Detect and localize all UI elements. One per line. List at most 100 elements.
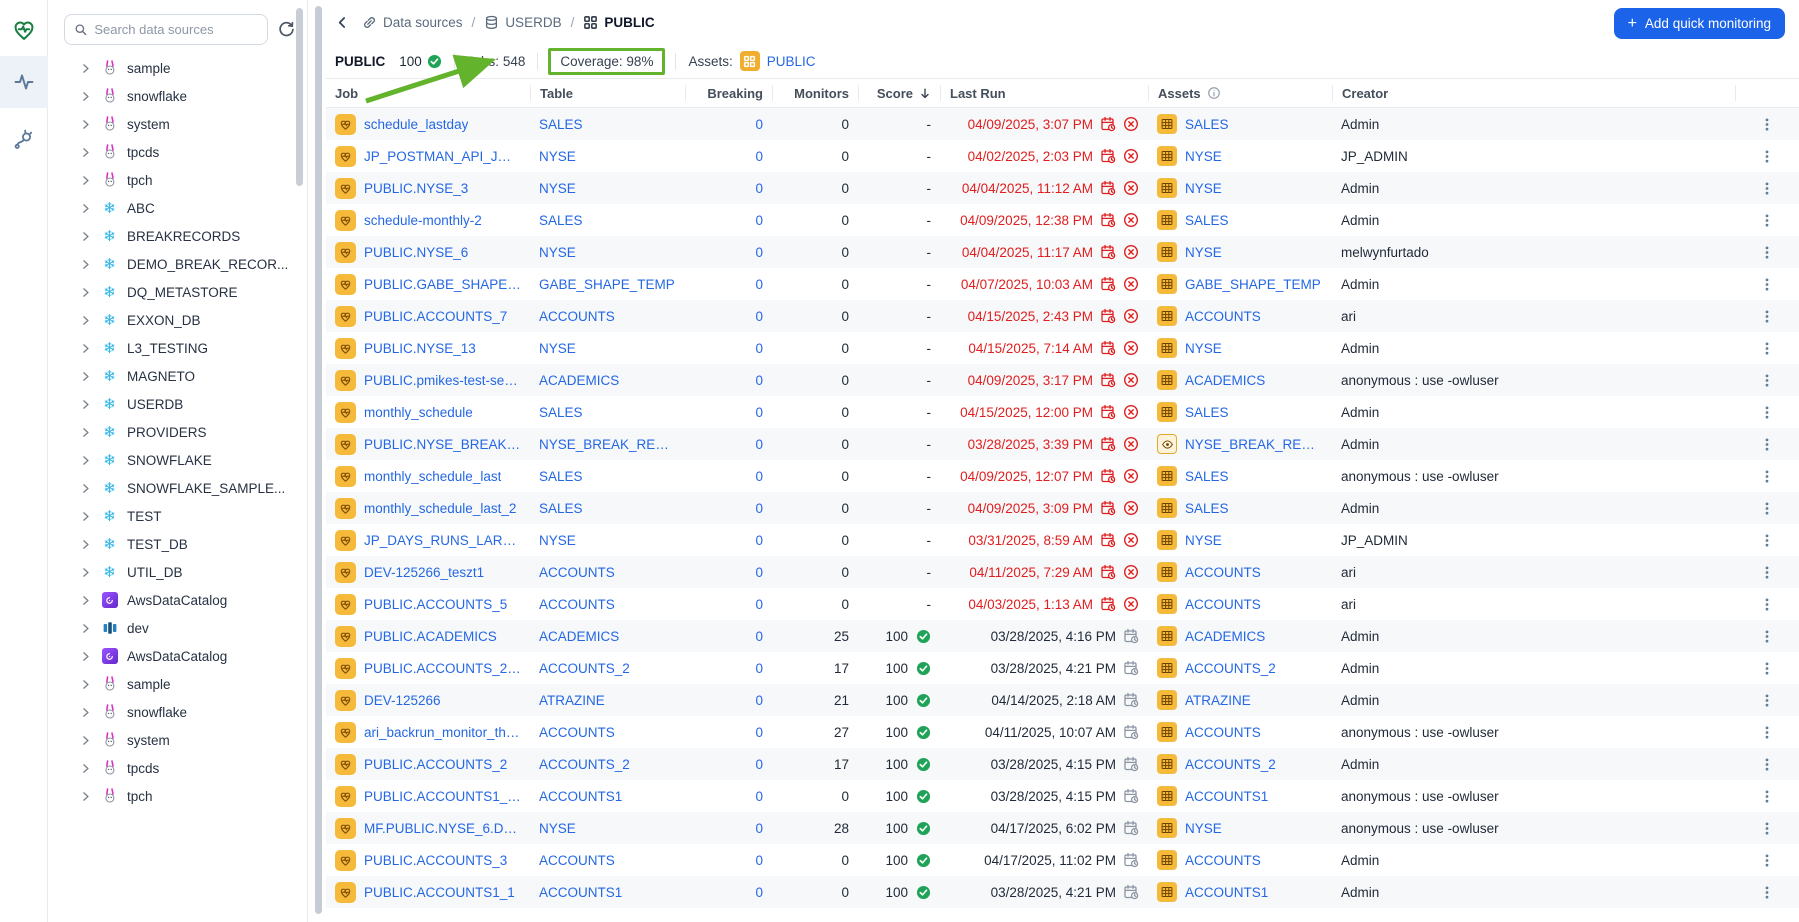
breaking-count[interactable]: 0 <box>755 629 763 644</box>
sidebar-item-snowflake[interactable]: snowflake <box>48 82 307 110</box>
breaking-count[interactable]: 0 <box>755 821 763 836</box>
asset-link[interactable]: ACCOUNTS <box>1185 309 1261 324</box>
sidebar-item-dq-metastore[interactable]: ❄DQ_METASTORE <box>48 278 307 306</box>
row-menu-button[interactable] <box>1744 116 1790 133</box>
asset-link[interactable]: SALES <box>1185 213 1229 228</box>
breaking-count[interactable]: 0 <box>755 373 763 388</box>
job-link[interactable]: PUBLIC.ACCOUNTS_7 <box>364 309 507 324</box>
job-link[interactable]: JP_DAYS_RUNS_LARGE_... <box>364 533 521 548</box>
job-link[interactable]: PUBLIC.ACCOUNTS1_re... <box>364 789 521 804</box>
row-menu-button[interactable] <box>1744 724 1790 741</box>
table-link[interactable]: SALES <box>539 213 583 228</box>
asset-link[interactable]: SALES <box>1185 405 1229 420</box>
asset-link[interactable]: NYSE <box>1185 181 1222 196</box>
cancel-circle-icon[interactable] <box>1123 340 1139 356</box>
job-link[interactable]: monthly_schedule_last <box>364 469 501 484</box>
sidebar-item-exxon-db[interactable]: ❄EXXON_DB <box>48 306 307 334</box>
row-menu-button[interactable] <box>1744 564 1790 581</box>
asset-link[interactable]: SALES <box>1185 469 1229 484</box>
breaking-count[interactable]: 0 <box>755 181 763 196</box>
job-link[interactable]: DEV-125266 <box>364 693 441 708</box>
asset-link[interactable]: ACCOUNTS <box>1185 597 1261 612</box>
row-menu-button[interactable] <box>1744 692 1790 709</box>
sidebar-item-snowflake[interactable]: ❄SNOWFLAKE <box>48 446 307 474</box>
job-link[interactable]: DEV-125266_teszt1 <box>364 565 484 580</box>
chevron-right-icon[interactable] <box>79 650 92 663</box>
job-link[interactable]: PUBLIC.ACCOUNTS_2_1 <box>364 661 521 676</box>
job-link[interactable]: monthly_schedule <box>364 405 473 420</box>
row-menu-button[interactable] <box>1744 276 1790 293</box>
asset-link[interactable]: ACCOUNTS <box>1185 853 1261 868</box>
cancel-circle-icon[interactable] <box>1123 436 1139 452</box>
asset-link[interactable]: NYSE <box>1185 533 1222 548</box>
row-menu-button[interactable] <box>1744 436 1790 453</box>
breaking-count[interactable]: 0 <box>755 789 763 804</box>
col-last-run[interactable]: Last Run <box>940 85 1148 101</box>
chevron-right-icon[interactable] <box>79 370 92 383</box>
asset-link[interactable]: NYSE <box>1185 245 1222 260</box>
cancel-circle-icon[interactable] <box>1123 212 1139 228</box>
chevron-right-icon[interactable] <box>79 342 92 355</box>
sidebar-item-demo-break-recor-[interactable]: ❄DEMO_BREAK_RECOR... <box>48 250 307 278</box>
chevron-right-icon[interactable] <box>79 566 92 579</box>
chevron-right-icon[interactable] <box>79 706 92 719</box>
sidebar-item-tpch[interactable]: tpch <box>48 166 307 194</box>
chevron-right-icon[interactable] <box>79 622 92 635</box>
job-link[interactable]: PUBLIC.NYSE_6 <box>364 245 468 260</box>
chevron-right-icon[interactable] <box>79 482 92 495</box>
chevron-right-icon[interactable] <box>79 762 92 775</box>
row-menu-button[interactable] <box>1744 372 1790 389</box>
col-creator[interactable]: Creator <box>1332 85 1735 101</box>
search-input[interactable] <box>94 22 258 37</box>
row-menu-button[interactable] <box>1744 468 1790 485</box>
cancel-circle-icon[interactable] <box>1123 148 1139 164</box>
refresh-icon[interactable] <box>278 21 295 38</box>
table-link[interactable]: ACCOUNTS <box>539 725 615 740</box>
chevron-right-icon[interactable] <box>79 678 92 691</box>
table-link[interactable]: SALES <box>539 501 583 516</box>
schema-asset-link[interactable]: PUBLIC <box>767 54 816 69</box>
sidebar-item-system[interactable]: system <box>48 110 307 138</box>
chevron-right-icon[interactable] <box>79 258 92 271</box>
col-monitors[interactable]: Monitors <box>772 85 858 101</box>
sidebar-item-test[interactable]: ❄TEST <box>48 502 307 530</box>
breaking-count[interactable]: 0 <box>755 117 763 132</box>
table-link[interactable]: ACCOUNTS_2 <box>539 661 630 676</box>
back-chevron-icon[interactable] <box>335 15 350 30</box>
asset-link[interactable]: NYSE <box>1185 821 1222 836</box>
sidebar-item-tpcds[interactable]: tpcds <box>48 138 307 166</box>
col-breaking[interactable]: Breaking <box>685 85 772 101</box>
sidebar-item-magneto[interactable]: ❄MAGNETO <box>48 362 307 390</box>
col-score[interactable]: Score <box>858 85 940 101</box>
sidebar-item-snowflake[interactable]: snowflake <box>48 698 307 726</box>
chevron-right-icon[interactable] <box>79 90 92 103</box>
table-link[interactable]: NYSE <box>539 245 576 260</box>
chevron-right-icon[interactable] <box>79 314 92 327</box>
asset-link[interactable]: ACCOUNTS <box>1185 725 1261 740</box>
table-link[interactable]: SALES <box>539 469 583 484</box>
chevron-right-icon[interactable] <box>79 286 92 299</box>
chevron-right-icon[interactable] <box>79 510 92 523</box>
table-link[interactable]: ATRAZINE <box>539 693 605 708</box>
breaking-count[interactable]: 0 <box>755 469 763 484</box>
cancel-circle-icon[interactable] <box>1123 244 1139 260</box>
cancel-circle-icon[interactable] <box>1123 468 1139 484</box>
row-menu-button[interactable] <box>1744 852 1790 869</box>
chevron-right-icon[interactable] <box>79 398 92 411</box>
chevron-right-icon[interactable] <box>79 594 92 607</box>
row-menu-button[interactable] <box>1744 340 1790 357</box>
sidebar-item-awsdatacatalog[interactable]: AwsDataCatalog <box>48 642 307 670</box>
breaking-count[interactable]: 0 <box>755 405 763 420</box>
breaking-count[interactable]: 0 <box>755 597 763 612</box>
chevron-right-icon[interactable] <box>79 202 92 215</box>
table-link[interactable]: NYSE <box>539 821 576 836</box>
asset-link[interactable]: ACCOUNTS_2 <box>1185 757 1276 772</box>
breaking-count[interactable]: 0 <box>755 693 763 708</box>
col-assets[interactable]: Assets <box>1148 85 1332 101</box>
breaking-count[interactable]: 0 <box>755 309 763 324</box>
breaking-count[interactable]: 0 <box>755 149 763 164</box>
chevron-right-icon[interactable] <box>79 454 92 467</box>
table-link[interactable]: ACCOUNTS <box>539 853 615 868</box>
chevron-right-icon[interactable] <box>79 174 92 187</box>
table-link[interactable]: SALES <box>539 405 583 420</box>
